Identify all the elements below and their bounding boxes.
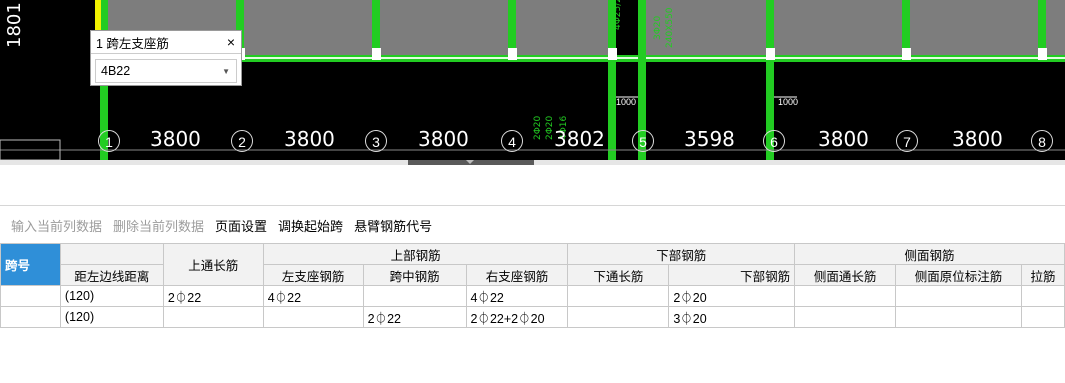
header-span-no: 跨号 [0,243,61,286]
swap-start-span-button[interactable]: 调换起始跨 [278,216,343,235]
cantilever-code-button[interactable]: 悬臂钢筋代号 [354,216,432,235]
cell-left-seat[interactable] [262,306,364,328]
axis-bubble-2[interactable]: 2 [231,130,253,152]
span-dimension: 3800 [418,127,469,151]
axis-bubble-3[interactable]: 3 [365,130,387,152]
header-mid: 跨中钢筋 [362,264,467,286]
cell-top-long[interactable] [162,306,264,328]
popup-title: 1 跨左支座筋 [96,36,169,51]
span-dimension: 3800 [818,127,869,151]
cell-mid[interactable]: 2⏀22 [362,306,467,328]
header-bot-long: 下通长筋 [567,264,670,286]
table-row: (120) 2⏀22 4⏀22 4⏀22 2⏀20 [0,285,1065,307]
span-dimension: 3800 [284,127,335,151]
rebar-edit-popup: 1 跨左支座筋 × 4B22 ▼ [90,30,242,86]
cell-bot-long[interactable] [567,285,670,307]
header-left-seat: 左支座钢筋 [262,264,364,286]
axis-bubble-5[interactable]: 5 [632,130,654,152]
cell-left-seat[interactable]: 4⏀22 [262,285,364,307]
cell-dist[interactable]: (120) [59,285,164,307]
svg-text:2Φ20: 2Φ20 [533,115,543,140]
span-dimension: 3800 [952,127,1003,151]
cell-bot-bar[interactable]: 2⏀20 [668,285,796,307]
panel-header-band [0,165,1065,206]
cell-side-long[interactable] [794,285,897,307]
rebar-table: 跨号 上通长筋 上部钢筋 下部钢筋 侧面钢筋 距左边线距离 左支座钢筋 跨中钢筋… [0,243,1065,328]
cell-tie[interactable] [1020,306,1065,328]
axis-bubble-4[interactable]: 4 [501,130,523,152]
cell-right-seat[interactable]: 4⏀22 [465,285,569,307]
cell-side-orig[interactable] [895,306,1022,328]
svg-text:3Φ20: 3Φ20 [653,15,663,40]
header-side-long: 侧面通长筋 [794,264,897,286]
cell-mid[interactable] [362,285,467,307]
cad-canvas[interactable]: 4Φ25/2Φ22 3Φ20 240X550 2Φ20 2Φ20 4Φ16 18… [0,0,1065,160]
axis-bubble-7[interactable]: 7 [896,130,918,152]
span-dimension: 3800 [150,127,201,151]
cell-side-orig[interactable] [895,285,1022,307]
header-tie: 拉筋 [1020,264,1065,286]
cell-bot-long[interactable] [567,306,670,328]
header-bot-bar: 下部钢筋 [668,264,796,286]
insert-column-button[interactable]: 输入当前列数据 [11,216,102,235]
span-dimension: 3802 [554,127,605,151]
left-dimension-label: 1801 [4,2,25,48]
header-bottom-rebar: 下部钢筋 [567,243,796,265]
cell-bot-bar[interactable]: 3⏀20 [668,306,796,328]
cell-dist[interactable]: (120) [59,306,164,328]
axis-bubble-8[interactable]: 8 [1031,130,1053,152]
table-row: (120) 2⏀22 2⏀22+2⏀20 3⏀20 [0,306,1065,328]
cell-tie[interactable] [1020,285,1065,307]
axis-bubble-6[interactable]: 6 [763,130,785,152]
page-setup-button[interactable]: 页面设置 [215,216,267,235]
table-toolbar: 输入当前列数据 删除当前列数据 页面设置 调换起始跨 悬臂钢筋代号 [0,206,1065,244]
header-top-rebar: 上部钢筋 [262,243,569,265]
span-dimension: 3598 [684,127,735,151]
svg-text:4Φ25/2Φ22: 4Φ25/2Φ22 [613,0,623,30]
header-side-orig: 侧面原位标注筋 [895,264,1022,286]
rebar-value-combobox[interactable]: 4B22 ▼ [95,59,237,83]
axis-bubble-1[interactable]: 1 [98,130,120,152]
small-dim-2: 1000 [778,97,799,107]
svg-text:240X550: 240X550 [665,7,675,48]
header-side-rebar: 侧面钢筋 [794,243,1065,265]
cell-side-long[interactable] [794,306,897,328]
cell-top-long[interactable]: 2⏀22 [162,285,264,307]
small-dim-1: 1000 [616,97,637,107]
cell-span[interactable] [0,306,61,328]
header-right-seat: 右支座钢筋 [465,264,569,286]
popup-header: 1 跨左支座筋 × [91,31,241,54]
delete-column-button[interactable]: 删除当前列数据 [113,216,204,235]
close-icon[interactable]: × [227,34,235,50]
header-dist-left: 距左边线距离 [59,264,164,286]
header-top-long: 上通长筋 [162,243,264,286]
chevron-down-icon[interactable]: ▼ [222,67,230,76]
header-blank [59,243,164,265]
rebar-value[interactable]: 4B22 [101,64,130,78]
cell-span[interactable] [0,285,61,307]
cell-right-seat[interactable]: 2⏀22+2⏀20 [465,306,569,328]
